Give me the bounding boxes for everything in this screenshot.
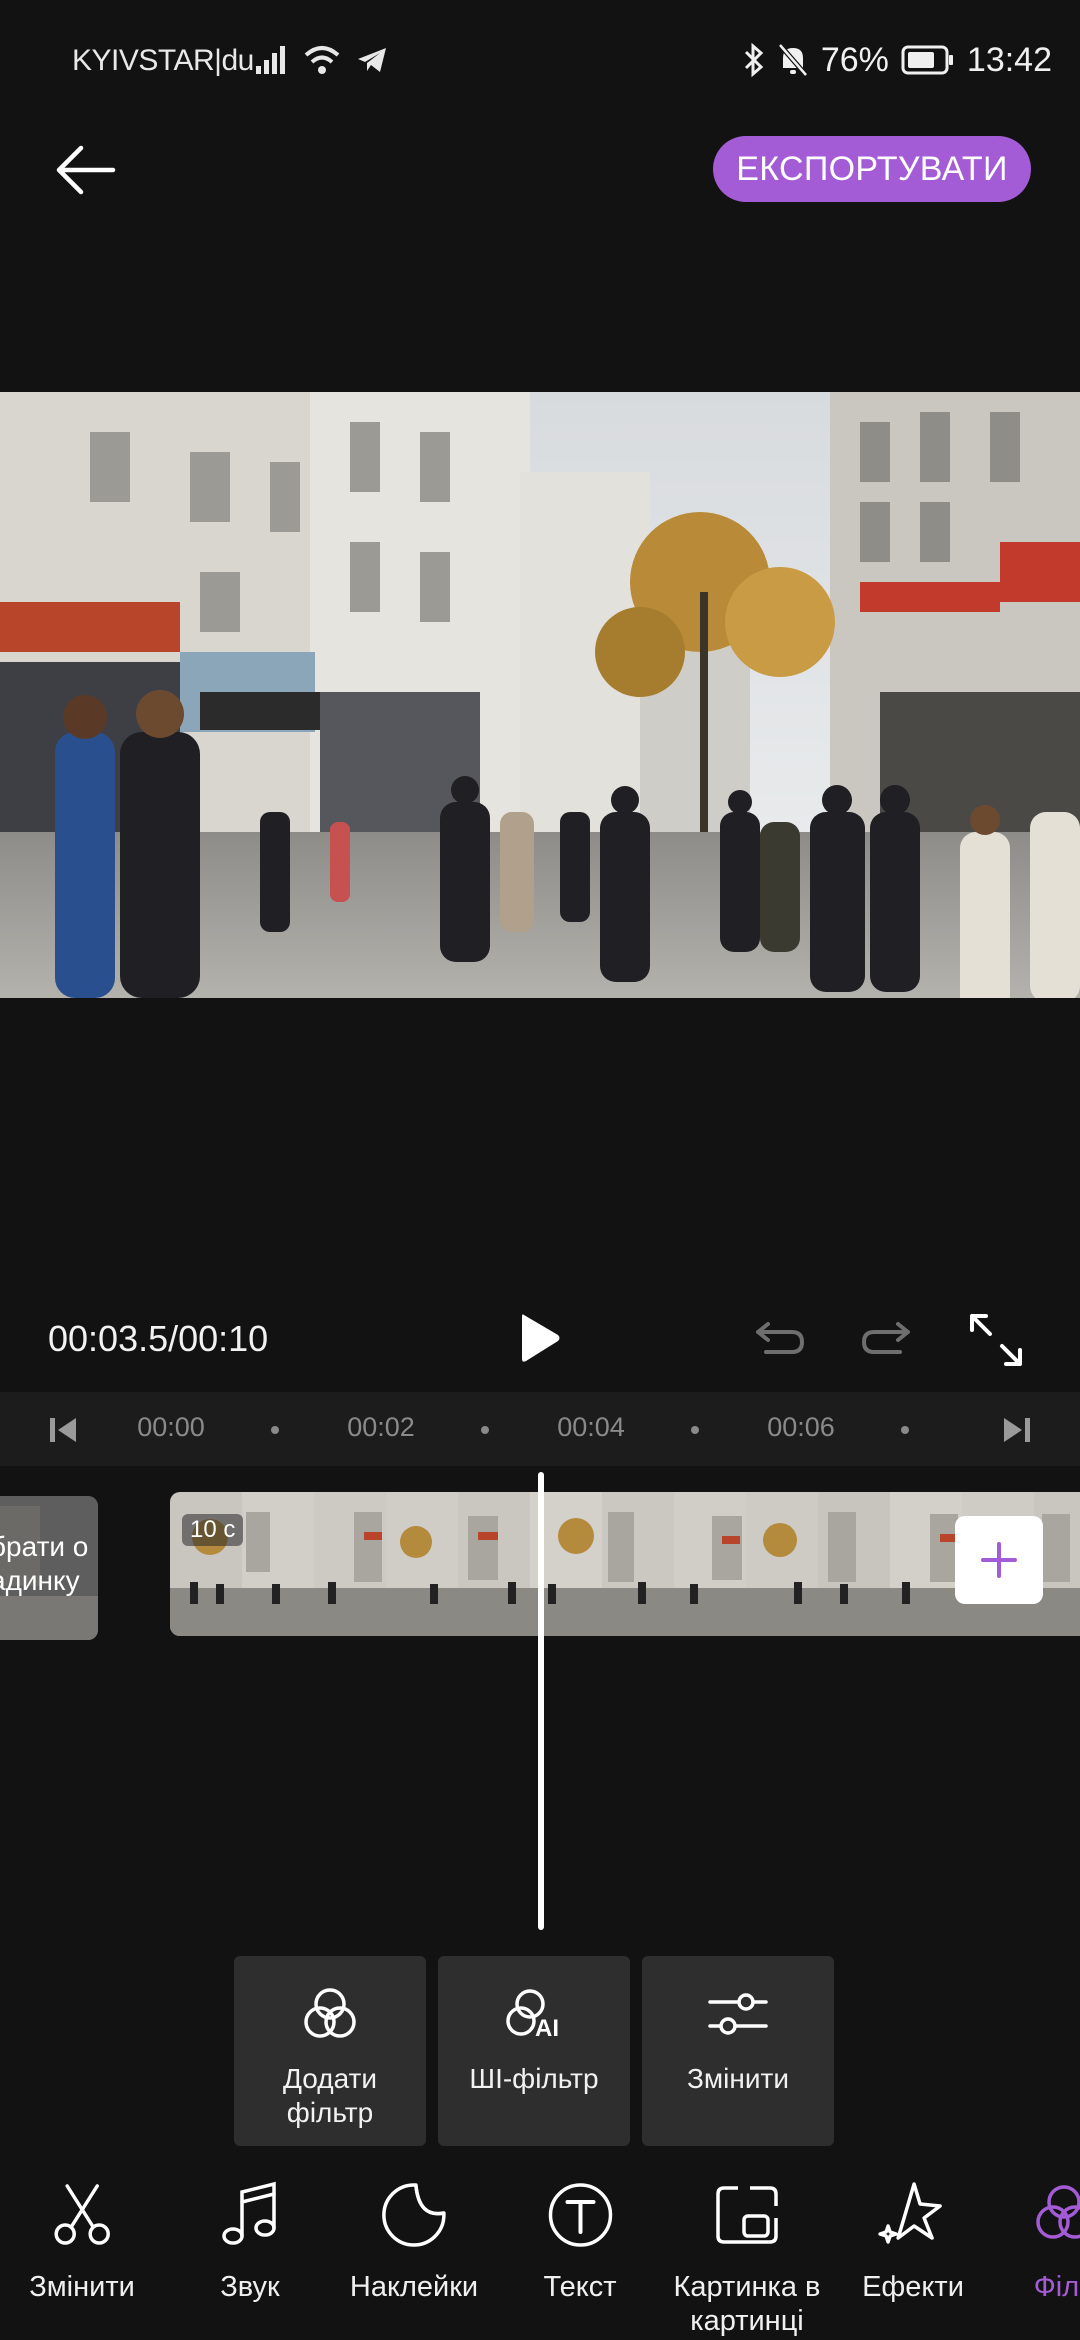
play-button[interactable] bbox=[510, 1306, 570, 1370]
adjust-label: Змінити bbox=[687, 2063, 789, 2094]
nav-label: Текст bbox=[543, 2271, 617, 2303]
clip-frame bbox=[386, 1492, 458, 1636]
plus-icon bbox=[981, 1542, 1017, 1578]
clip-frame bbox=[890, 1492, 962, 1636]
skip-to-start-button[interactable] bbox=[46, 1414, 80, 1446]
battery-percent: 76% bbox=[820, 40, 889, 79]
bluetooth-icon bbox=[744, 42, 764, 78]
nav-edit[interactable]: Змінити bbox=[29, 2180, 135, 2304]
cover-label: брати о адинку bbox=[0, 1530, 98, 1598]
back-button[interactable] bbox=[40, 130, 130, 210]
status-right-icons: 76% 13:42 bbox=[743, 38, 1052, 82]
nav-label: Звук bbox=[220, 2271, 280, 2303]
cover-label-line: брати о bbox=[0, 1531, 89, 1562]
redo-icon bbox=[862, 1322, 910, 1354]
sticker-icon bbox=[382, 2183, 446, 2247]
nav-text[interactable]: Текст bbox=[543, 2180, 617, 2304]
clip-frame bbox=[746, 1492, 818, 1636]
telegram-icon bbox=[358, 48, 386, 72]
nav-picture-in-picture[interactable]: Картинка в картинці bbox=[667, 2180, 827, 2338]
fullscreen-button[interactable] bbox=[966, 1310, 1026, 1370]
ruler-dot bbox=[901, 1426, 909, 1434]
nav-label: Наклейки bbox=[349, 2271, 479, 2303]
add-filter-icon bbox=[304, 1988, 356, 2038]
status-bar: KYIVSTAR|du 76% 13:42 bbox=[0, 0, 1080, 120]
nav-label: Змінити bbox=[29, 2271, 135, 2303]
music-note-icon bbox=[222, 2181, 276, 2245]
play-icon bbox=[522, 1314, 560, 1362]
video-clip[interactable] bbox=[170, 1492, 1080, 1636]
text-icon bbox=[548, 2183, 612, 2247]
timecode: 00:03.5/00:10 bbox=[48, 1318, 269, 1359]
status-left-icons bbox=[254, 40, 388, 80]
clip-duration-badge: 10 с bbox=[182, 1514, 244, 1546]
nav-label: Ефекти bbox=[862, 2271, 964, 2303]
clip-frame bbox=[314, 1492, 386, 1636]
skip-start-icon bbox=[50, 1418, 76, 1442]
cover-label-line: адинку bbox=[0, 1565, 80, 1596]
signal-icon bbox=[256, 46, 285, 74]
clock: 13:42 bbox=[966, 40, 1052, 79]
ruler-dot bbox=[481, 1426, 489, 1434]
nav-label: Картинка в картинці bbox=[667, 2270, 827, 2338]
undo-button[interactable] bbox=[752, 1316, 808, 1362]
ruler-dot bbox=[271, 1426, 279, 1434]
carrier-name: KYIVSTAR|du bbox=[72, 44, 254, 77]
export-button[interactable]: ЕКСПОРТУВАТИ bbox=[713, 136, 1031, 202]
skip-end-icon bbox=[1004, 1418, 1030, 1442]
filter-icon bbox=[1036, 2185, 1080, 2239]
ruler-tick-label: 00:06 bbox=[767, 1412, 835, 1442]
add-filter-button[interactable]: Додати фільтр bbox=[234, 1956, 426, 2146]
nav-label: Філь bbox=[1033, 2271, 1080, 2303]
clip-frame bbox=[458, 1492, 530, 1636]
nav-sound[interactable]: Звук bbox=[215, 2180, 285, 2304]
playhead[interactable] bbox=[538, 1472, 544, 1930]
nav-effects[interactable]: Ефекти bbox=[862, 2180, 964, 2304]
video-frame-image bbox=[0, 392, 1080, 998]
svg-text:AI: AI bbox=[535, 2015, 559, 2042]
nav-filters[interactable]: Філь bbox=[1029, 2180, 1080, 2304]
adjust-sliders-icon bbox=[708, 1993, 768, 2035]
ruler-tick-label: 00:04 bbox=[557, 1412, 625, 1442]
redo-button[interactable] bbox=[858, 1316, 914, 1362]
picture-in-picture-icon bbox=[716, 2186, 778, 2244]
add-filter-label: Додати фільтр bbox=[283, 2063, 377, 2128]
nav-stickers[interactable]: Наклейки bbox=[350, 2180, 478, 2304]
adjust-button[interactable]: Змінити bbox=[642, 1956, 834, 2146]
expand-icon bbox=[970, 1314, 1022, 1366]
ai-filter-button[interactable]: AI ШІ-фільтр bbox=[438, 1956, 630, 2146]
clip-frame bbox=[602, 1492, 674, 1636]
ruler-tick-label: 00:00 bbox=[137, 1412, 205, 1442]
time-ruler[interactable]: 00:00 00:02 00:04 00:06 bbox=[0, 1392, 1080, 1466]
scissors-icon bbox=[54, 2184, 110, 2245]
clip-frame bbox=[242, 1492, 314, 1636]
clip-frame bbox=[818, 1492, 890, 1636]
effects-star-icon bbox=[878, 2182, 942, 2244]
clip-frame bbox=[674, 1492, 746, 1636]
add-clip-button[interactable] bbox=[955, 1516, 1043, 1604]
ai-filter-label: ШІ-фільтр bbox=[469, 2063, 599, 2094]
ai-filter-icon: AI bbox=[506, 1989, 559, 2042]
video-preview[interactable] bbox=[0, 392, 1080, 998]
undo-icon bbox=[756, 1322, 804, 1354]
nav-label-text: Картинка в картинці bbox=[673, 2271, 821, 2337]
cover-thumbnail[interactable]: брати о адинку bbox=[0, 1496, 98, 1640]
battery-icon bbox=[901, 45, 953, 75]
back-arrow-icon bbox=[56, 145, 116, 195]
skip-to-end-button[interactable] bbox=[1000, 1414, 1034, 1446]
ruler-tick-label: 00:02 bbox=[347, 1412, 415, 1442]
wifi-icon bbox=[304, 46, 340, 74]
ruler-dot bbox=[691, 1426, 699, 1434]
bottom-toolbar: Змінити Звук Наклейки Текст Картинка в к… bbox=[0, 2160, 1080, 2340]
mute-bell-icon bbox=[777, 43, 808, 77]
